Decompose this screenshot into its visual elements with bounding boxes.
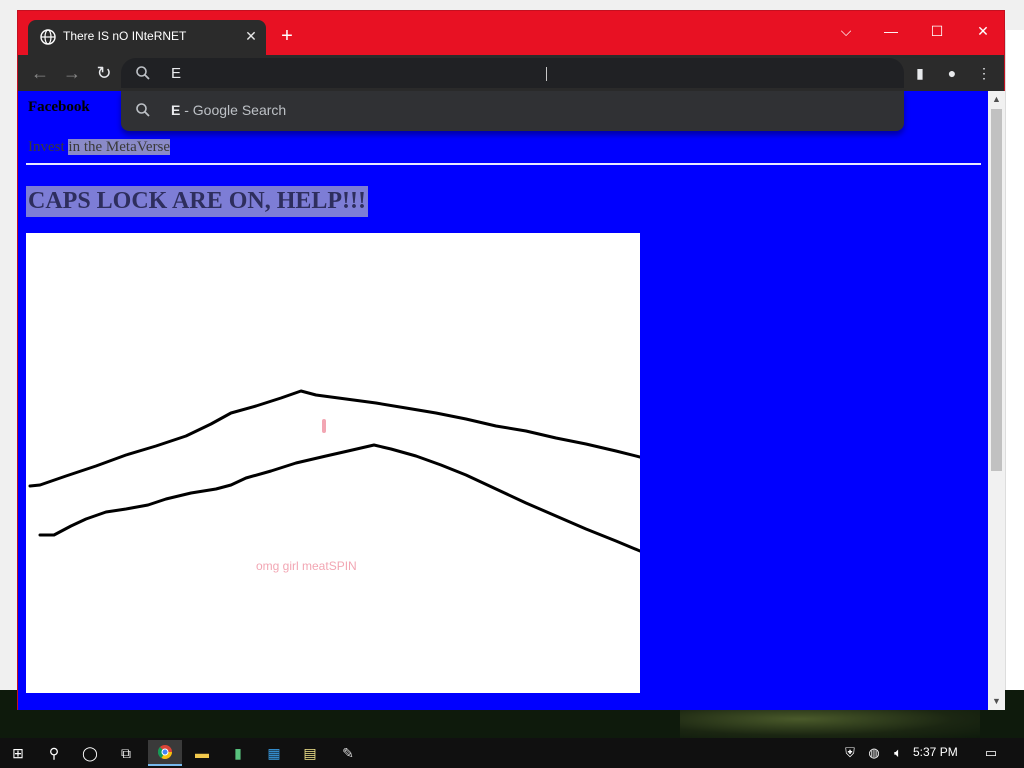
page-content: Facebook Invest in the MetaVerse CAPS LO… [18, 91, 988, 710]
windows-start-icon[interactable]: ⊞ [6, 742, 30, 764]
pink-mark [322, 419, 326, 433]
notepad-icon[interactable]: ▤ [298, 742, 322, 764]
omnibox-suggestions: E - Google Search [121, 91, 904, 131]
horizontal-rule [26, 163, 981, 165]
tab-close-icon[interactable]: ✕ [242, 27, 260, 45]
lower-ridge-line [38, 443, 642, 553]
browser-tab[interactable]: There IS nO INteRNET ✕ [28, 20, 266, 55]
title-bar: There IS nO INteRNET ✕ + ⌵ — ☐ ✕ [18, 11, 1004, 55]
browser-window: There IS nO INteRNET ✕ + ⌵ — ☐ ✕ ← → ↻ ▮… [17, 10, 1005, 710]
drawing-canvas: omg girl meatSPIN [26, 233, 642, 693]
browser-toolbar: ← → ↻ ▮ ● ⋮ [18, 55, 1004, 91]
suggestion-search-icon [136, 103, 150, 117]
new-tab-button[interactable]: + [276, 25, 298, 47]
scrollbar-thumb[interactable] [991, 109, 1002, 471]
caps-heading: CAPS LOCK ARE ON, HELP!!! [26, 186, 369, 217]
scroll-up-arrow-icon[interactable]: ▲ [988, 91, 1005, 108]
scroll-down-arrow-icon[interactable]: ▼ [988, 693, 1005, 710]
tab-title: There IS nO INteRNET [63, 29, 187, 43]
paint-icon[interactable]: ✎ [336, 742, 360, 764]
suggestion-text: E - Google Search [171, 102, 286, 118]
cortana-icon[interactable]: ◯ [78, 742, 102, 764]
file-explorer-icon[interactable]: ▬ [190, 742, 214, 764]
app-icon-blue[interactable]: ▦ [262, 742, 286, 764]
suggestion-query: E [171, 102, 181, 118]
invest-text: Invest in the MetaVerse [28, 139, 171, 156]
back-arrow-icon[interactable]: ← [28, 61, 52, 85]
chrome-icon [157, 745, 172, 759]
invest-text-plain: Invest [28, 139, 69, 155]
suggestion-suffix: - Google Search [180, 102, 287, 118]
search-icon [136, 66, 150, 80]
mouse-ibeam-cursor [546, 67, 547, 81]
globe-icon [40, 29, 56, 45]
taskbar-clock[interactable]: 5:37 PM [913, 745, 958, 759]
profile-icon[interactable]: ● [942, 63, 962, 83]
upper-ridge-line [28, 389, 642, 488]
chrome-taskbar-icon[interactable] [148, 740, 182, 766]
windows-taskbar: ⊞ ⚲ ◯ ⧉ ▬ ▮ ▦ ▤ ✎ ⛨ ◍ 🔈︎ 5:37 PM ▭ [0, 738, 1024, 768]
side-panel-icon[interactable]: ▮ [910, 63, 930, 83]
invest-text-selected: in the MetaVerse [68, 139, 171, 155]
background-window-edge [1005, 30, 1024, 690]
reload-icon[interactable]: ↻ [92, 61, 116, 85]
minimize-button[interactable]: — [868, 17, 914, 45]
tab-search-chevron-icon[interactable]: ⌵ [823, 17, 869, 45]
maximize-button[interactable]: ☐ [914, 17, 960, 45]
network-globe-icon[interactable]: ◍ [865, 744, 883, 762]
close-window-button[interactable]: ✕ [960, 17, 1006, 45]
mountain-drawing [28, 389, 642, 553]
facebook-link[interactable]: Facebook [28, 99, 90, 116]
drawing-caption: omg girl meatSPIN [256, 559, 357, 573]
security-shield-icon[interactable]: ⛨ [841, 744, 859, 762]
forward-arrow-icon[interactable]: → [60, 61, 84, 85]
notifications-icon[interactable]: ▭ [982, 744, 1000, 762]
page-scrollbar[interactable]: ▲ ▼ [988, 91, 1005, 710]
address-bar[interactable] [121, 58, 904, 88]
volume-icon[interactable]: 🔈︎ [889, 744, 907, 762]
task-view-icon[interactable]: ⧉ [114, 742, 138, 764]
menu-dots-icon[interactable]: ⋮ [974, 63, 994, 83]
suggestion-google-search[interactable]: E - Google Search [121, 91, 904, 129]
address-input[interactable] [171, 63, 771, 83]
search-taskbar-icon[interactable]: ⚲ [42, 742, 66, 764]
app-icon-green[interactable]: ▮ [226, 742, 250, 764]
